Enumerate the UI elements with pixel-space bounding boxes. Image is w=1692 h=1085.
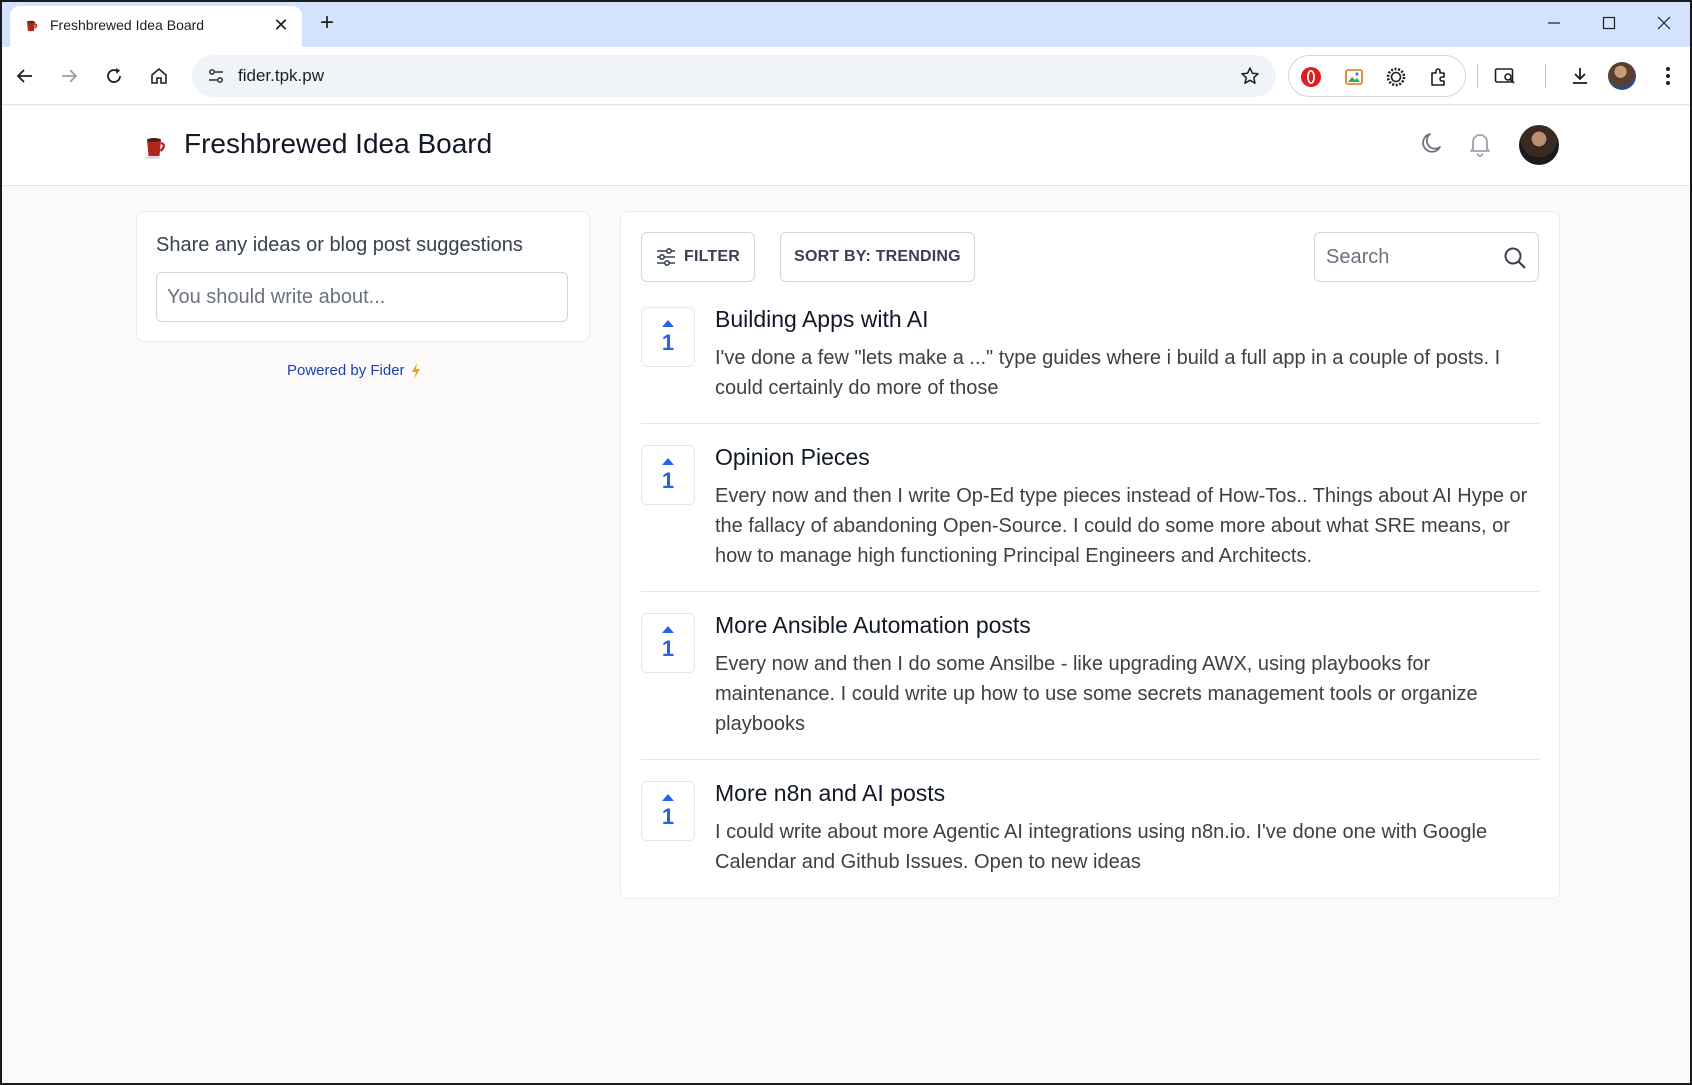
- minimize-button[interactable]: [1534, 8, 1574, 38]
- filter-button[interactable]: FILTER: [641, 232, 755, 282]
- post-divider: [641, 423, 1539, 424]
- url-text[interactable]: fider.tpk.pw: [238, 66, 324, 86]
- maximize-icon: [1602, 16, 1616, 30]
- post-description: I could write about more Agentic AI inte…: [715, 821, 1488, 873]
- image-extension-icon[interactable]: [1342, 65, 1366, 89]
- post-title[interactable]: Building Apps with AI: [715, 306, 929, 333]
- reload-button[interactable]: [98, 60, 130, 92]
- browser-menu-icon[interactable]: [1652, 60, 1684, 92]
- notification-bell-icon[interactable]: [1462, 126, 1498, 162]
- sort-label: SORT BY: TRENDING: [794, 248, 961, 265]
- settings-extension-icon[interactable]: [1384, 65, 1408, 89]
- post-title[interactable]: More n8n and AI posts: [715, 780, 945, 807]
- coffee-cup-icon: [27, 20, 38, 31]
- toolbar-separator: [1477, 64, 1478, 88]
- address-bar[interactable]: fider.tpk.pw: [192, 55, 1276, 97]
- site-title[interactable]: Freshbrewed Idea Board: [184, 128, 492, 160]
- user-avatar[interactable]: [1519, 125, 1559, 165]
- back-arrow-icon: [16, 69, 32, 83]
- browser-window: Freshbrewed Idea Board ✕ + fider.tpk.pw …: [0, 0, 1692, 1085]
- upvote-arrow-icon: [662, 794, 674, 801]
- vote-count: 1: [661, 330, 675, 355]
- minimize-icon: [1548, 22, 1560, 24]
- post-divider: [641, 591, 1539, 592]
- browser-tab[interactable]: Freshbrewed Idea Board ✕: [10, 6, 302, 47]
- home-icon: [151, 67, 167, 84]
- vote-count: 1: [661, 636, 675, 661]
- site-info-icon[interactable]: [204, 64, 228, 88]
- posts-list-card: FILTER SORT BY: TRENDING 1 Building Apps…: [620, 211, 1560, 899]
- opera-extension-icon[interactable]: [1299, 65, 1323, 89]
- puzzle-extensions-icon[interactable]: [1426, 65, 1450, 89]
- browser-profile-avatar[interactable]: [1608, 62, 1636, 90]
- back-button[interactable]: [9, 60, 41, 92]
- download-icon[interactable]: [1564, 60, 1596, 92]
- upvote-arrow-icon: [662, 626, 674, 633]
- sort-button[interactable]: SORT BY: TRENDING: [780, 232, 975, 282]
- post-divider: [641, 759, 1539, 760]
- post-title[interactable]: Opinion Pieces: [715, 444, 870, 471]
- vote-count: 1: [661, 804, 675, 829]
- share-idea-card: Share any ideas or blog post suggestions: [136, 211, 590, 342]
- dark-mode-moon-icon[interactable]: [1414, 126, 1450, 162]
- bookmark-star-icon[interactable]: [1238, 64, 1262, 88]
- tab-title: Freshbrewed Idea Board: [50, 17, 205, 33]
- post-title[interactable]: More Ansible Automation posts: [715, 612, 1031, 639]
- powered-by-fider-link[interactable]: Powered by Fider: [287, 362, 421, 379]
- vote-count: 1: [661, 468, 675, 493]
- post-description: Every now and then I do some Ansilbe - l…: [715, 653, 1478, 735]
- maximize-button[interactable]: [1589, 8, 1629, 38]
- upvote-arrow-icon: [662, 458, 674, 465]
- new-tab-button[interactable]: +: [312, 9, 342, 39]
- close-window-icon: [1657, 16, 1671, 30]
- toolbar-separator: [1545, 64, 1546, 88]
- lightning-bolt-icon: [411, 362, 420, 379]
- search-field[interactable]: [1314, 232, 1539, 282]
- vote-button[interactable]: 1: [641, 445, 695, 505]
- close-window-button[interactable]: [1644, 8, 1684, 38]
- filter-label: FILTER: [683, 248, 740, 265]
- post-description: Every now and then I write Op-Ed type pi…: [715, 485, 1528, 567]
- upvote-arrow-icon: [662, 320, 674, 327]
- search-input[interactable]: [1315, 233, 1495, 281]
- reload-icon: [107, 68, 121, 83]
- browser-toolbar: fider.tpk.pw: [2, 47, 1690, 105]
- search-icon[interactable]: [1502, 245, 1528, 271]
- site-header: Freshbrewed Idea Board: [2, 106, 1690, 186]
- filter-sliders-icon: [656, 248, 675, 266]
- forward-button[interactable]: [53, 60, 85, 92]
- vote-button[interactable]: 1: [641, 613, 695, 673]
- coffee-mug-logo-icon[interactable]: [142, 132, 170, 160]
- home-button[interactable]: [143, 60, 175, 92]
- forward-arrow-icon: [62, 69, 78, 83]
- idea-title-input[interactable]: [156, 272, 568, 322]
- tab-strip: Freshbrewed Idea Board ✕ +: [2, 2, 1690, 47]
- tab-search-icon[interactable]: [1489, 60, 1521, 92]
- extensions-group: [1288, 55, 1466, 97]
- vote-button[interactable]: 1: [641, 781, 695, 841]
- post-description: I've done a few "lets make a ..." type g…: [715, 347, 1501, 399]
- close-tab-icon[interactable]: ✕: [270, 14, 292, 36]
- share-idea-label: Share any ideas or blog post suggestions: [156, 234, 523, 256]
- vote-button[interactable]: 1: [641, 307, 695, 367]
- powered-by-text: Powered by Fider: [287, 362, 405, 379]
